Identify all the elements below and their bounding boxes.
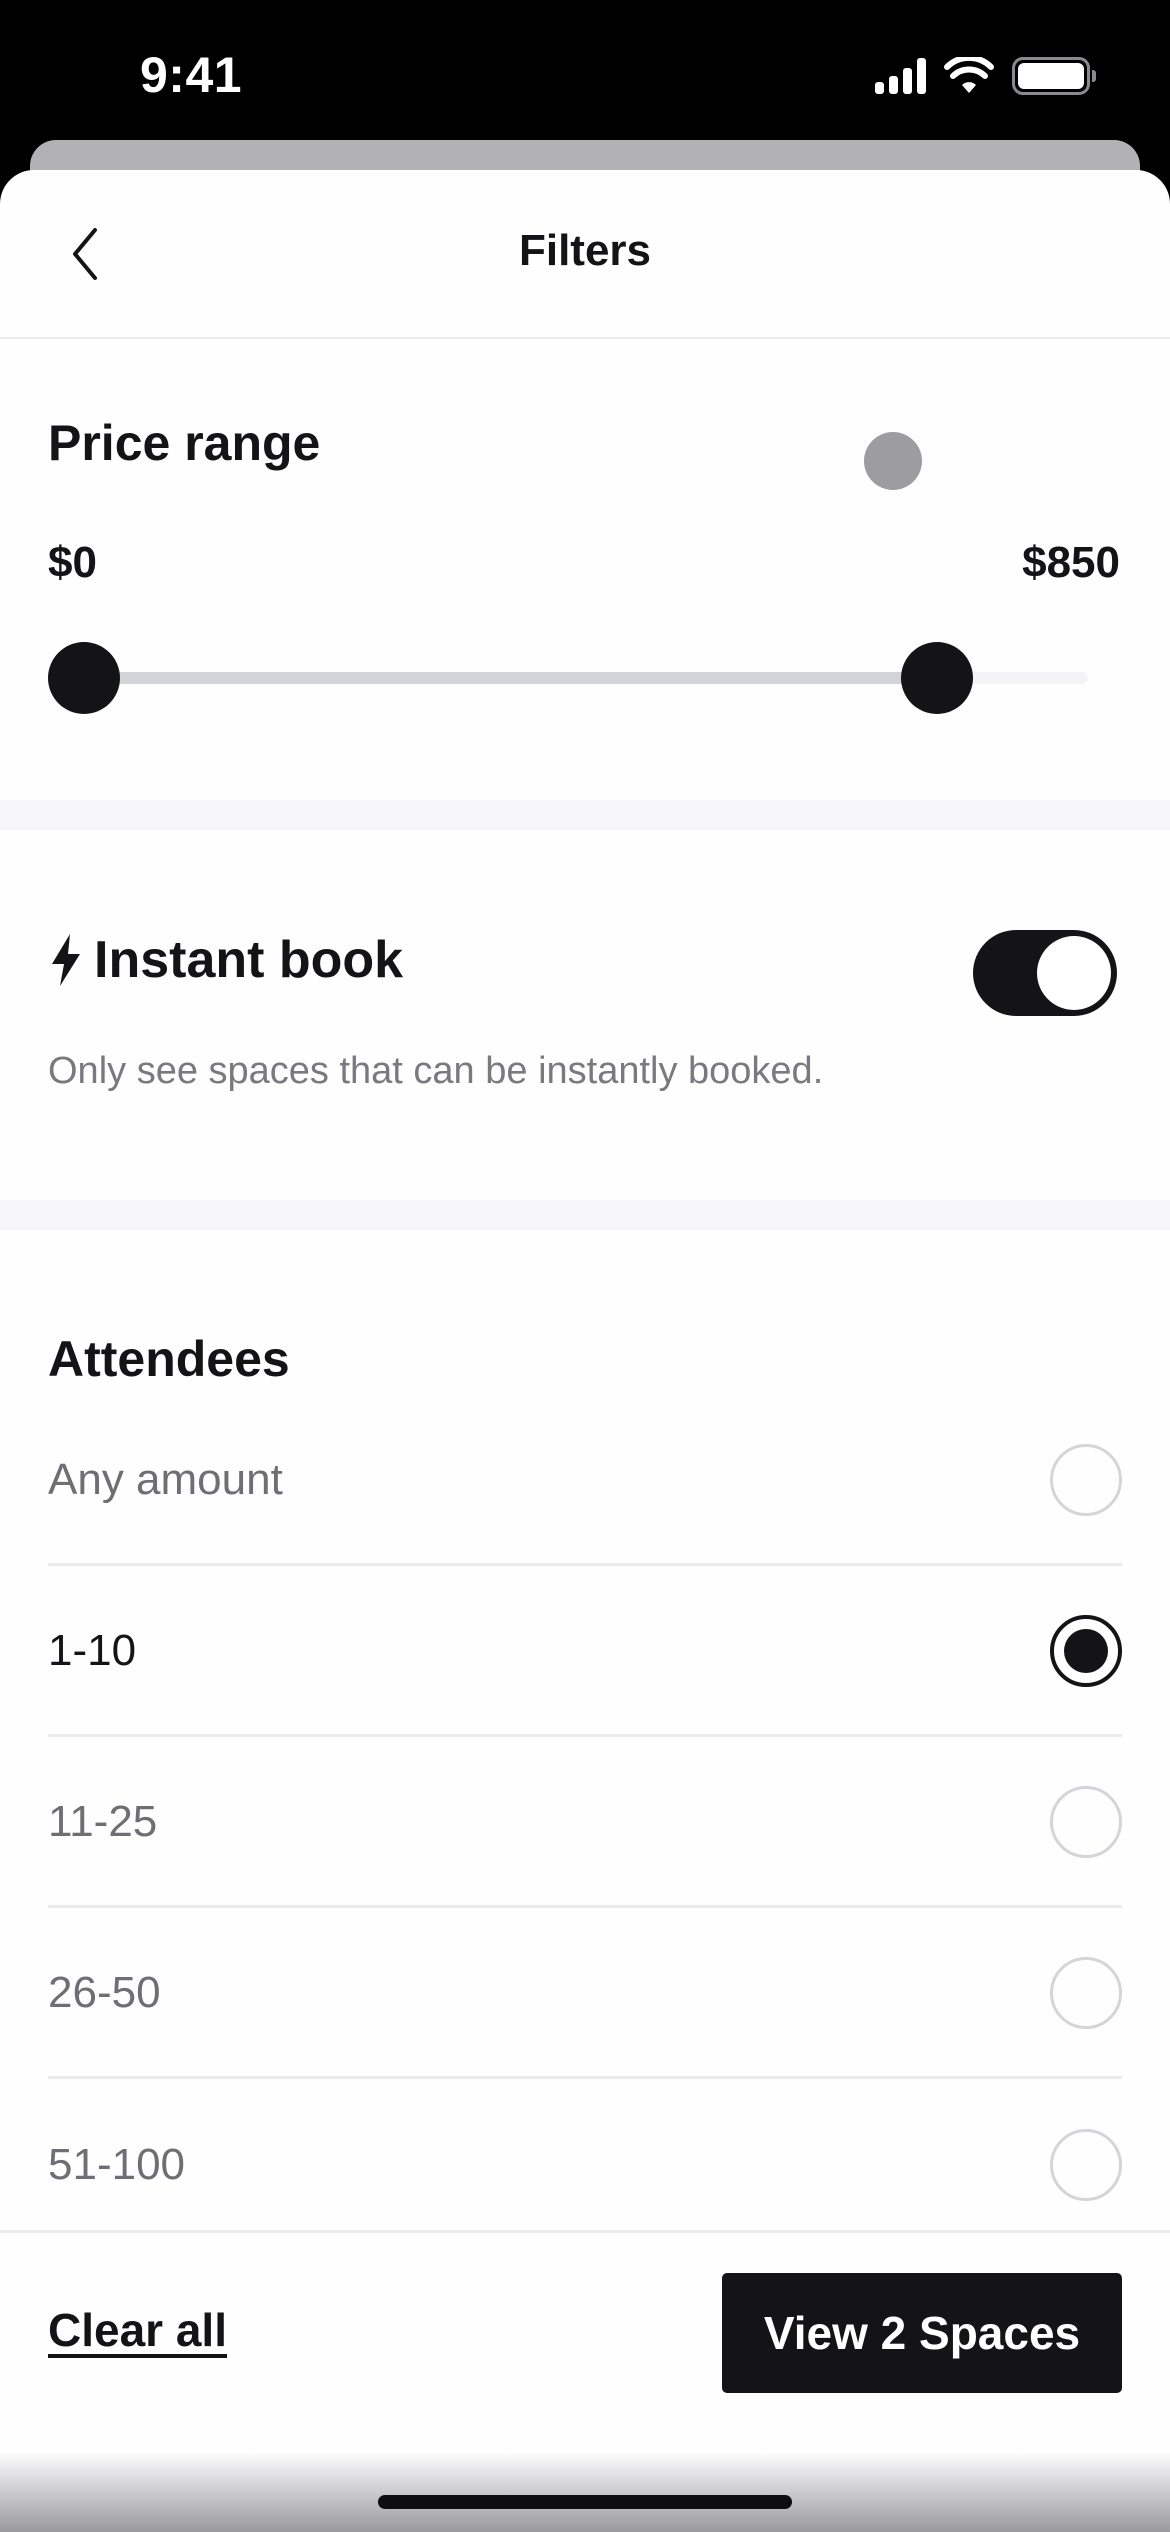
lightning-bolt-icon	[52, 934, 80, 986]
toggle-knob	[1037, 936, 1111, 1010]
attendee-option[interactable]: 26-50	[48, 1909, 1122, 2079]
attendee-option[interactable]: Any amount	[48, 1396, 1122, 1566]
radio-unchecked-icon[interactable]	[1050, 2129, 1122, 2201]
bottom-fade	[0, 2452, 1170, 2532]
status-bar: 9:41	[0, 0, 1170, 140]
status-icons	[875, 56, 1096, 96]
view-spaces-button[interactable]: View 2 Spaces	[722, 2273, 1122, 2393]
attendee-option[interactable]: 11-25	[48, 1738, 1122, 1908]
instant-book-toggle[interactable]	[973, 930, 1117, 1016]
attendee-option-label: 1-10	[48, 1625, 137, 1675]
radio-unchecked-icon[interactable]	[1050, 1785, 1122, 1858]
page-title: Filters	[518, 226, 652, 275]
section-divider	[0, 800, 1170, 830]
slider-track-fill	[84, 672, 938, 684]
touch-indicator	[864, 432, 922, 490]
attendee-option[interactable]: 1-10	[48, 1567, 1122, 1737]
radio-checked-icon[interactable]	[1050, 1614, 1122, 1687]
instant-book-row: Instant book	[48, 930, 403, 990]
slider-min-thumb[interactable]	[48, 642, 120, 714]
cellular-signal-icon	[875, 58, 926, 94]
instant-book-title: Instant book	[94, 931, 404, 989]
price-range-title: Price range	[48, 415, 321, 471]
clear-all-link[interactable]: Clear all	[48, 2303, 227, 2357]
price-max-label: $850	[1022, 538, 1120, 587]
header: Filters	[0, 170, 1170, 339]
attendee-option-label: 51-100	[48, 2140, 186, 2189]
filters-sheet: Filters Price range $0 $850 Instant book…	[0, 170, 1170, 2532]
section-divider	[0, 1200, 1170, 1230]
attendees-title: Attendees	[48, 1331, 290, 1387]
price-min-label: $0	[48, 538, 97, 587]
price-range-slider[interactable]	[48, 638, 1088, 718]
attendee-option-label: 26-50	[48, 1967, 161, 2017]
status-time: 9:41	[140, 47, 243, 103]
battery-icon	[1012, 57, 1096, 95]
slider-max-thumb[interactable]	[901, 642, 974, 714]
attendee-option-label: 11-25	[48, 1796, 158, 1846]
radio-unchecked-icon[interactable]	[1050, 1443, 1122, 1516]
radio-unchecked-icon[interactable]	[1050, 1956, 1122, 2029]
footer: Clear all View 2 Spaces	[0, 2230, 1170, 2532]
attendee-option-label: Any amount	[48, 1454, 283, 1504]
instant-book-description: Only see spaces that can be instantly bo…	[48, 1050, 824, 1092]
attendee-option[interactable]: 51-100	[48, 2080, 1122, 2250]
home-indicator	[378, 2495, 792, 2509]
wifi-icon	[944, 57, 994, 93]
